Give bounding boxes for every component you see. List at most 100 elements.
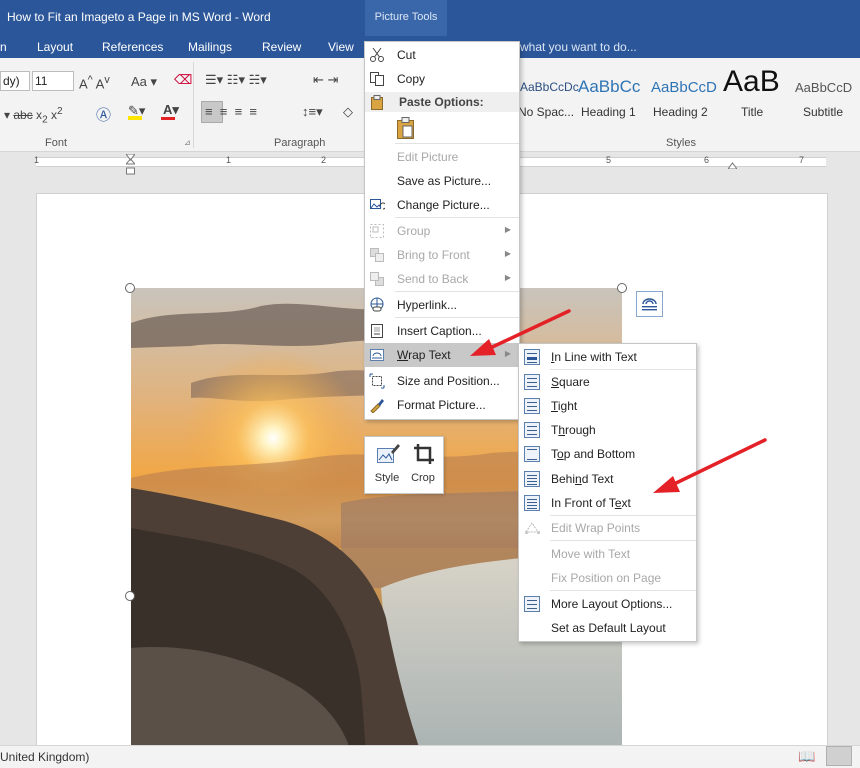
ruler-number: 2: [321, 155, 327, 165]
style-preview-no-spacing[interactable]: AaBbCcDc: [520, 80, 579, 94]
list-icons[interactable]: ☰▾ ☷▾ ☵▾: [205, 72, 267, 88]
style-icon-label: Style: [374, 472, 400, 484]
font-size-box[interactable]: 11: [32, 71, 74, 91]
menu-label: Send to Back: [397, 272, 469, 286]
style-title[interactable]: Title: [741, 105, 763, 119]
menu-item-move-with-text: Move with Text: [519, 542, 696, 566]
tell-me-box[interactable]: what you want to do...: [520, 40, 637, 54]
font-group-label: Font: [45, 137, 68, 149]
grow-font-icon[interactable]: A^ Av: [79, 74, 110, 91]
tight-wrap-icon: [524, 398, 540, 414]
style-preview-subtitle[interactable]: AaBbCcD: [795, 80, 852, 95]
menu-item-more-layout-options[interactable]: More Layout Options...: [519, 592, 696, 616]
style-heading-2[interactable]: Heading 2: [653, 105, 708, 119]
menu-item-format-picture[interactable]: Format Picture...: [365, 393, 519, 417]
menu-item-top-and-bottom[interactable]: Top and Bottom: [519, 442, 696, 466]
style-subtitle[interactable]: Subtitle: [803, 105, 843, 119]
print-layout-button[interactable]: [826, 746, 852, 766]
menu-item-tight[interactable]: Tight: [519, 394, 696, 418]
ruler-number: 6: [704, 155, 710, 165]
menu-label: Cut: [397, 48, 416, 62]
menu-separator: [395, 143, 519, 144]
menu-item-square[interactable]: Square: [519, 370, 696, 394]
resize-handle[interactable]: [617, 283, 627, 293]
tab-design[interactable]: n: [0, 40, 7, 54]
tab-layout[interactable]: Layout: [37, 40, 73, 54]
tab-mailings[interactable]: Mailings: [188, 40, 232, 54]
menu-item-size-and-position[interactable]: Size and Position...: [365, 369, 519, 393]
menu-label: Top and Bottom: [551, 447, 636, 461]
menu-item-send-to-back: Send to Back ▶: [365, 267, 519, 291]
text-effects-icon[interactable]: Ⓐ: [96, 104, 111, 125]
indent-icons[interactable]: ⇤ ⇥: [313, 72, 338, 88]
copy-icon: [369, 71, 385, 87]
font-color-bar: [161, 117, 175, 120]
style-preview-heading-1[interactable]: AaBbCc: [578, 77, 640, 97]
style-preview-heading-2[interactable]: AaBbCcD: [651, 79, 717, 96]
menu-label: Square: [551, 375, 590, 389]
menu-label: Hyperlink...: [397, 298, 458, 312]
menu-item-hyperlink[interactable]: Hyperlink...: [365, 293, 519, 317]
style-heading-1[interactable]: Heading 1: [581, 105, 636, 119]
square-wrap-icon: [524, 374, 540, 390]
resize-handle[interactable]: [125, 591, 135, 601]
menu-label: Copy: [397, 72, 426, 86]
submenu-arrow-icon: ▶: [504, 273, 511, 282]
menu-item-through[interactable]: Through: [519, 418, 696, 442]
menu-item-change-picture[interactable]: Change Picture...: [365, 193, 519, 217]
menu-item-wrap-text[interactable]: Wrap Text ▶: [365, 343, 519, 367]
menu-item-set-as-default-layout[interactable]: Set as Default Layout: [519, 616, 696, 640]
menu-item-behind-text[interactable]: Behind Text: [519, 467, 696, 491]
menu-item-cut[interactable]: Cut: [365, 43, 519, 67]
clear-formatting-icon[interactable]: ⌫: [174, 72, 192, 88]
layout-options-icon[interactable]: [636, 291, 663, 317]
change-case-icon[interactable]: Aa ▾: [131, 74, 157, 90]
read-mode-icon[interactable]: 📖: [798, 748, 815, 765]
align-icons[interactable]: ≡ ≡ ≡ ≡: [205, 104, 257, 119]
menu-label: Wrap Text: [397, 348, 451, 362]
menu-item-insert-caption[interactable]: Insert Caption...: [365, 319, 519, 343]
menu-item-edit-picture: Edit Picture: [365, 145, 519, 169]
menu-separator: [395, 317, 519, 318]
crop-button[interactable]: Crop: [405, 438, 441, 492]
style-button[interactable]: Style: [369, 438, 405, 492]
in-front-of-text-icon: [524, 495, 540, 511]
menu-label: Bring to Front: [397, 248, 470, 262]
menu-item-copy[interactable]: Copy: [365, 67, 519, 91]
font-format-icons[interactable]: ▾ abc x2 x2: [4, 106, 63, 125]
style-preview-title[interactable]: AaB: [723, 65, 780, 99]
menu-label: Insert Caption...: [397, 324, 482, 338]
ruler-number: 1: [34, 155, 40, 165]
picture-tools-context-tab[interactable]: Picture Tools: [365, 0, 447, 36]
in-line-with-text-icon: [524, 349, 540, 365]
highlight-icon[interactable]: ✎▾: [128, 103, 145, 119]
menu-label: Format Picture...: [397, 398, 486, 412]
paste-keep-picture-button[interactable]: [395, 116, 417, 140]
shading-icon[interactable]: ◇: [343, 104, 353, 120]
indent-marker[interactable]: [124, 153, 137, 176]
cut-icon: [369, 47, 385, 63]
submenu-arrow-icon: ▶: [504, 349, 511, 358]
tab-view[interactable]: View: [328, 40, 354, 54]
style-no-spacing[interactable]: No Spac...: [518, 105, 574, 119]
resize-handle[interactable]: [125, 283, 135, 293]
tab-references[interactable]: References: [102, 40, 163, 54]
menu-label: Tight: [551, 399, 578, 413]
menu-label: Group: [397, 224, 431, 238]
menu-item-in-front-of-text[interactable]: In Front of Text: [519, 491, 696, 515]
edit-wrap-points-icon: [524, 520, 540, 536]
menu-separator: [550, 540, 696, 541]
tab-review[interactable]: Review: [262, 40, 301, 54]
paste-options-header: Paste Options:: [365, 92, 519, 112]
line-spacing-icon[interactable]: ↕≡▾: [302, 104, 323, 120]
font-dialog-launcher-icon[interactable]: ⊿: [184, 138, 191, 147]
font-name-box[interactable]: dy): [0, 71, 30, 91]
menu-label: More Layout Options...: [551, 597, 673, 611]
menu-item-in-line-with-text[interactable]: In Line with Text: [519, 345, 696, 369]
menu-item-save-as-picture[interactable]: Save as Picture...: [365, 169, 519, 193]
font-color-icon[interactable]: A▾: [163, 102, 179, 118]
paragraph-group-label: Paragraph: [274, 137, 326, 149]
right-indent-marker[interactable]: [727, 158, 738, 170]
status-language[interactable]: United Kingdom): [0, 750, 89, 764]
menu-label: Size and Position...: [397, 374, 500, 388]
